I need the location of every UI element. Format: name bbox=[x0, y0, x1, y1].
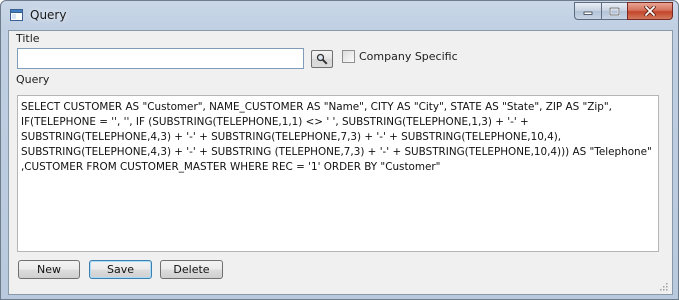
save-button[interactable]: Save bbox=[89, 260, 152, 279]
query-label: Query bbox=[16, 73, 50, 86]
search-icon bbox=[316, 53, 328, 65]
search-button[interactable] bbox=[311, 50, 333, 68]
maximize-icon bbox=[609, 6, 620, 16]
window-app-icon bbox=[10, 9, 23, 21]
window-title: Query bbox=[30, 8, 67, 22]
caption-buttons bbox=[574, 2, 673, 20]
minimize-button[interactable] bbox=[574, 2, 601, 20]
delete-button[interactable]: Delete bbox=[160, 260, 223, 279]
new-button[interactable]: New bbox=[18, 260, 80, 279]
minimize-icon bbox=[583, 11, 593, 15]
title-bar[interactable]: Query bbox=[1, 1, 678, 31]
maximize-button[interactable] bbox=[601, 2, 627, 20]
company-specific-checkbox[interactable] bbox=[342, 50, 355, 63]
close-icon bbox=[644, 6, 656, 16]
title-label: Title bbox=[16, 32, 40, 45]
close-button[interactable] bbox=[627, 2, 673, 20]
resize-grip-icon[interactable] bbox=[658, 281, 668, 291]
query-textarea[interactable]: SELECT CUSTOMER AS "Customer", NAME_CUST… bbox=[17, 95, 659, 252]
company-specific-label: Company Specific bbox=[359, 50, 458, 63]
query-window: Query Title Company Specific Query SELEC… bbox=[0, 0, 679, 300]
title-input[interactable] bbox=[17, 48, 304, 69]
form-client-area: Title Company Specific Query SELECT CUST… bbox=[8, 30, 673, 295]
company-specific-option[interactable]: Company Specific bbox=[342, 50, 458, 63]
